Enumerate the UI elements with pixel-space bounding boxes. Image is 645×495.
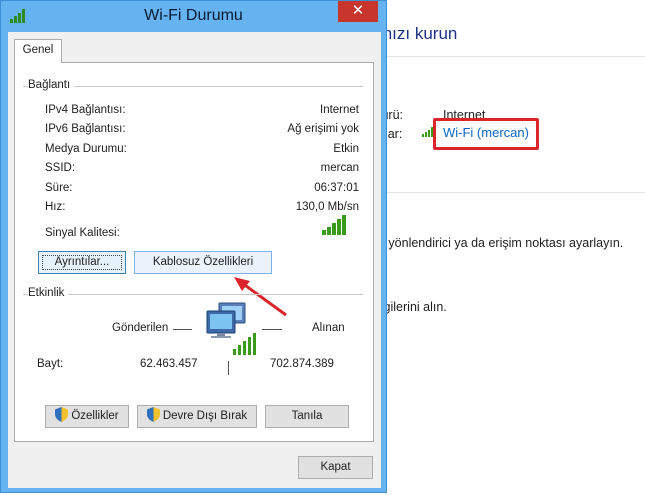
bytes-sent-value: 62.463.457 [140,358,198,370]
duration-value: 06:37:01 [314,182,359,194]
sent-label: Gönderilen [112,322,169,334]
signal-quality-label: Sinyal Kalitesi: [45,227,120,239]
media-state-value: Etkin [333,143,359,155]
duration-label: Süre: [45,182,73,194]
title-bar[interactable]: Wi-Fi Durumu ✕ [1,1,386,32]
wifi-status-dialog: Wi-Fi Durumu ✕ Genel Bağlantı IPv4 Bağla… [0,0,387,493]
background-divider [378,192,645,193]
disable-button-label: Devre Dışı Bırak [162,410,248,422]
sent-line [173,329,192,330]
connection-group-label: Bağlantı [28,79,75,91]
diagnose-button[interactable]: Tanıla [265,405,349,428]
ipv4-value: Internet [320,104,359,116]
tab-general[interactable]: Genel [14,39,62,63]
speed-value: 130,0 Mb/sn [295,201,359,213]
highlight-box [433,118,539,150]
disable-button[interactable]: Devre Dışı Bırak [137,405,257,428]
close-button[interactable]: Kapat [298,456,373,479]
network-signal-icon [233,333,256,355]
general-tab-panel: Bağlantı IPv4 Bağlantısı: Internet IPv6 … [14,62,374,442]
dialog-client-area: Genel Bağlantı IPv4 Bağlantısı: Internet… [8,32,381,488]
bytes-label: Bayt: [37,358,64,370]
activity-group-label: Etkinlik [28,287,69,299]
close-window-button[interactable]: ✕ [338,1,378,22]
close-button-label: Kapat [320,461,351,473]
diagnose-button-label: Tanıla [291,410,323,422]
activity-group-line [23,294,363,295]
background-page-title: ınızı kurun [378,24,458,43]
wireless-properties-button[interactable]: Kablosuz Özellikleri [134,251,272,274]
details-button[interactable]: Ayrıntılar... [38,251,126,274]
focus-rectangle [42,255,122,270]
ipv6-value: Ağ erişimi yok [287,123,359,135]
uac-shield-icon [55,407,69,422]
background-divider [378,56,645,57]
received-line [262,329,282,330]
wireless-properties-label: Kablosuz Özellikleri [152,256,254,268]
uac-shield-icon [146,407,160,422]
properties-button-label: Özellikler [71,410,119,422]
media-state-label: Medya Durumu: [45,143,127,155]
received-label: Alınan [312,322,345,334]
ssid-value: mercan [320,162,359,174]
background-router-text: ir yönlendirici ya da erişim noktası aya… [378,236,624,250]
background-info-text: ilgilerini alın. [378,300,447,314]
speed-label: Hız: [45,201,66,213]
bytes-divider [228,361,229,375]
ipv4-label: IPv4 Bağlantısı: [45,104,126,116]
ssid-label: SSID: [45,162,76,174]
properties-button[interactable]: Özellikler [45,405,129,428]
bytes-received-value: 702.874.389 [270,358,334,370]
dialog-title: Wi-Fi Durumu [144,7,243,24]
ipv6-label: IPv6 Bağlantısı: [45,123,126,135]
signal-quality-icon [322,215,346,235]
